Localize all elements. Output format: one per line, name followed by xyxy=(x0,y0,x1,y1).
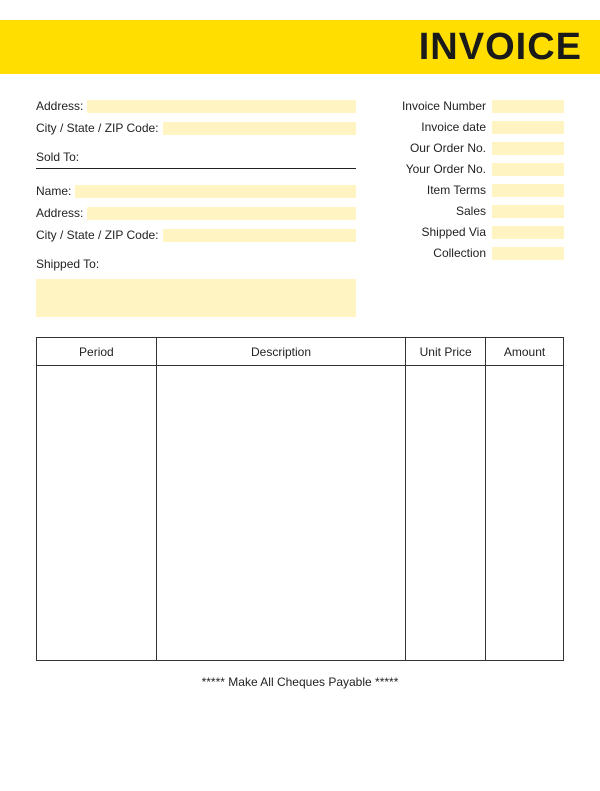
shipped-via-input[interactable] xyxy=(492,226,564,239)
invoice-number-input[interactable] xyxy=(492,100,564,113)
cell-period[interactable] xyxy=(37,366,157,661)
soldto-name-input[interactable] xyxy=(75,185,356,198)
col-period-header: Period xyxy=(37,338,157,366)
your-order-input[interactable] xyxy=(492,163,564,176)
shipped-to-title: Shipped To: xyxy=(36,257,356,271)
meta-sales: Sales xyxy=(386,203,564,219)
meta-shipped-via: Shipped Via xyxy=(386,224,564,240)
right-column: Invoice Number Invoice date Our Order No… xyxy=(386,98,564,317)
from-citystatezip-row: City / State / ZIP Code: xyxy=(36,120,356,136)
shipped-to-input[interactable] xyxy=(36,279,356,317)
soldto-citystatezip-label: City / State / ZIP Code: xyxy=(36,229,159,241)
meta-item-terms: Item Terms xyxy=(386,182,564,198)
meta-your-order: Your Order No. xyxy=(386,161,564,177)
from-citystatezip-label: City / State / ZIP Code: xyxy=(36,122,159,134)
our-order-label: Our Order No. xyxy=(410,141,486,155)
top-row: Address: City / State / ZIP Code: Sold T… xyxy=(36,98,564,317)
cell-unit-price[interactable] xyxy=(406,366,486,661)
soldto-address-row: Address: xyxy=(36,205,356,221)
footer-cheques: ***** Make All Cheques Payable ***** xyxy=(0,675,600,689)
table-header-row: Period Description Unit Price Amount xyxy=(37,338,564,366)
from-address-input[interactable] xyxy=(87,100,356,113)
invoice-date-input[interactable] xyxy=(492,121,564,134)
from-address-label: Address: xyxy=(36,100,83,112)
content: Address: City / State / ZIP Code: Sold T… xyxy=(0,74,600,317)
from-address-row: Address: xyxy=(36,98,356,114)
item-terms-input[interactable] xyxy=(492,184,564,197)
soldto-citystatezip-row: City / State / ZIP Code: xyxy=(36,227,356,243)
shipped-via-label: Shipped Via xyxy=(422,225,487,239)
col-unit-price-header: Unit Price xyxy=(406,338,486,366)
soldto-name-label: Name: xyxy=(36,185,71,197)
from-citystatezip-input[interactable] xyxy=(163,122,357,135)
sales-input[interactable] xyxy=(492,205,564,218)
item-terms-label: Item Terms xyxy=(427,183,486,197)
collection-label: Collection xyxy=(433,246,486,260)
meta-collection: Collection xyxy=(386,245,564,261)
soldto-address-input[interactable] xyxy=(87,207,356,220)
your-order-label: Your Order No. xyxy=(406,162,486,176)
left-column: Address: City / State / ZIP Code: Sold T… xyxy=(36,98,356,317)
meta-our-order: Our Order No. xyxy=(386,140,564,156)
invoice-date-label: Invoice date xyxy=(421,120,486,134)
cell-amount[interactable] xyxy=(486,366,564,661)
invoice-number-label: Invoice Number xyxy=(402,99,486,113)
sold-to-title: Sold To: xyxy=(36,150,356,169)
sales-label: Sales xyxy=(456,204,486,218)
collection-input[interactable] xyxy=(492,247,564,260)
our-order-input[interactable] xyxy=(492,142,564,155)
cell-description[interactable] xyxy=(156,366,405,661)
col-amount-header: Amount xyxy=(486,338,564,366)
soldto-name-row: Name: xyxy=(36,183,356,199)
meta-invoice-number: Invoice Number xyxy=(386,98,564,114)
header-band: INVOICE xyxy=(0,20,600,74)
table-row xyxy=(37,366,564,661)
meta-invoice-date: Invoice date xyxy=(386,119,564,135)
page-title: INVOICE xyxy=(419,26,582,69)
soldto-address-label: Address: xyxy=(36,207,83,219)
col-description-header: Description xyxy=(156,338,405,366)
line-items-table: Period Description Unit Price Amount xyxy=(36,337,564,661)
soldto-citystatezip-input[interactable] xyxy=(163,229,357,242)
